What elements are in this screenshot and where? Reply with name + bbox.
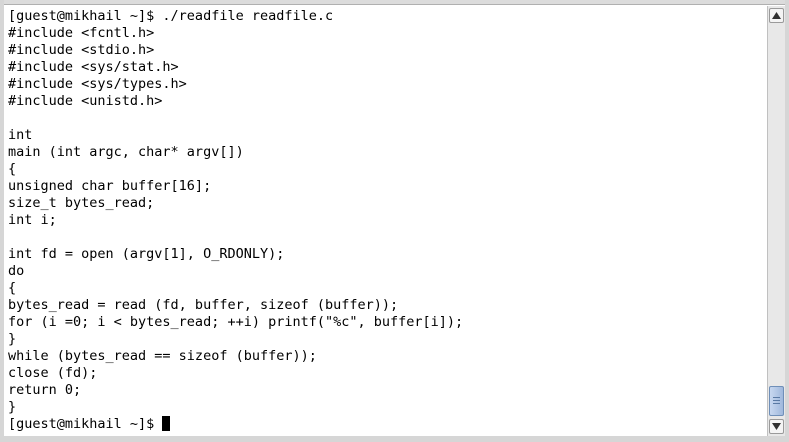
arrow-down-icon bbox=[772, 423, 781, 430]
scroll-thumb[interactable] bbox=[769, 386, 784, 416]
terminal-line: #include <sys/types.h> bbox=[8, 76, 187, 92]
text-cursor bbox=[162, 416, 171, 431]
terminal-line: main (int argc, char* argv[]) bbox=[8, 144, 244, 160]
terminal-line: int i; bbox=[8, 212, 57, 228]
scroll-down-button[interactable] bbox=[769, 419, 784, 434]
terminal-line: #include <fcntl.h> bbox=[8, 25, 155, 41]
terminal-line: while (bytes_read == sizeof (buffer)); bbox=[8, 348, 317, 364]
terminal-line: unsigned char buffer[16]; bbox=[8, 178, 212, 194]
terminal-line: #include <unistd.h> bbox=[8, 93, 163, 109]
terminal-line: int fd = open (argv[1], O_RDONLY); bbox=[8, 246, 285, 262]
thumb-grip-line bbox=[773, 397, 780, 398]
window-top-edge bbox=[0, 0, 789, 5]
terminal-line: for (i =0; i < bytes_read; ++i) printf("… bbox=[8, 314, 464, 330]
terminal-line: { bbox=[8, 161, 17, 177]
terminal-line: [guest@mikhail ~]$ ./readfile readfile.c bbox=[8, 8, 334, 24]
terminal-line: bytes_read = read (fd, buffer, sizeof (b… bbox=[8, 297, 399, 313]
terminal-window: [guest@mikhail ~]$ ./readfile readfile.c… bbox=[0, 0, 789, 442]
thumb-grip-line bbox=[773, 403, 780, 404]
shell-prompt: [guest@mikhail ~]$ bbox=[8, 416, 163, 432]
window-bottom-edge bbox=[0, 436, 789, 442]
terminal-line: do bbox=[8, 263, 25, 279]
terminal-line: return 0; bbox=[8, 382, 82, 398]
terminal-line: size_t bytes_read; bbox=[8, 195, 155, 211]
terminal-line: close (fd); bbox=[8, 365, 98, 381]
scroll-up-button[interactable] bbox=[769, 8, 784, 23]
terminal-line: int bbox=[8, 127, 33, 143]
terminal-line: { bbox=[8, 280, 17, 296]
vertical-scrollbar[interactable] bbox=[767, 6, 785, 436]
window-right-edge bbox=[785, 0, 789, 442]
terminal-line: #include <sys/stat.h> bbox=[8, 59, 179, 75]
thumb-grip-line bbox=[773, 400, 780, 401]
terminal-output[interactable]: [guest@mikhail ~]$ ./readfile readfile.c… bbox=[4, 6, 767, 436]
terminal-line: } bbox=[8, 331, 17, 347]
terminal-line: #include <stdio.h> bbox=[8, 42, 155, 58]
prompt-line[interactable]: [guest@mikhail ~]$ bbox=[8, 416, 767, 433]
terminal-line: } bbox=[8, 399, 17, 415]
arrow-up-icon bbox=[772, 12, 781, 19]
terminal-text: [guest@mikhail ~]$ ./readfile readfile.c… bbox=[4, 6, 767, 433]
